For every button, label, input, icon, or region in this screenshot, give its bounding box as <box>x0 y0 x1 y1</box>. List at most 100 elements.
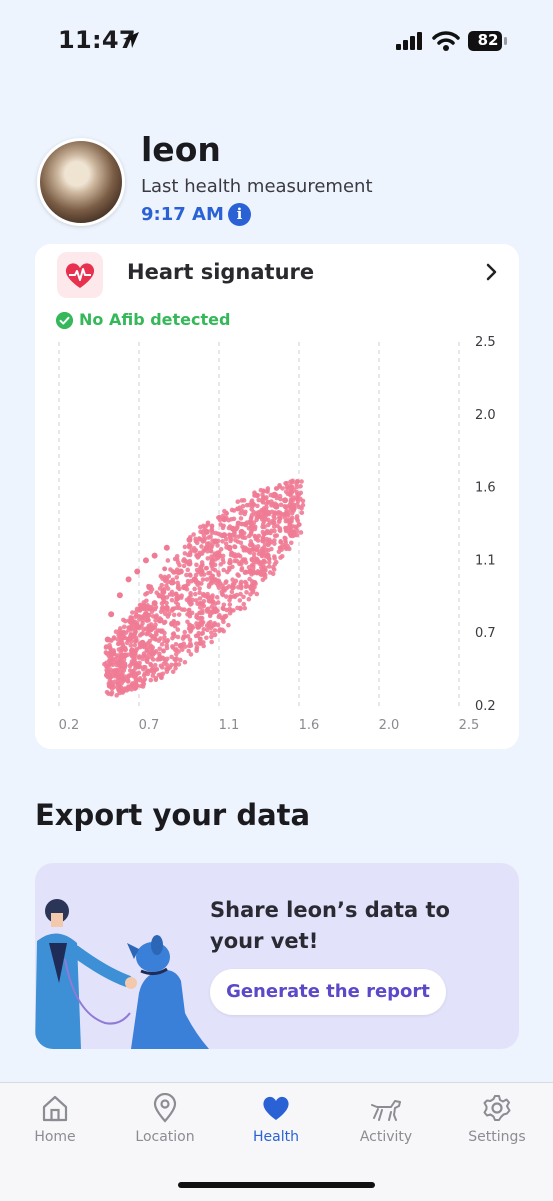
scatter-point <box>116 667 121 673</box>
scatter-point <box>260 577 266 583</box>
scatter-point <box>153 636 158 642</box>
scatter-point <box>236 520 241 526</box>
scatter-point <box>104 670 110 675</box>
y-tick-label: 2.5 <box>475 335 496 350</box>
scatter-point <box>155 628 161 633</box>
scatter-point <box>131 650 136 655</box>
scatter-point <box>116 675 122 681</box>
scatter-point <box>210 538 215 543</box>
scatter-point <box>125 576 132 583</box>
scatter-point <box>201 626 207 632</box>
scatter-point <box>149 586 155 592</box>
scatter-point <box>141 664 147 670</box>
chevron-right-icon[interactable] <box>485 262 499 282</box>
scatter-point <box>204 609 210 614</box>
scatter-point <box>181 563 187 569</box>
scatter-point <box>144 669 150 674</box>
scatter-point <box>272 503 278 509</box>
scatter-point <box>194 562 199 568</box>
scatter-point <box>290 502 295 508</box>
scatter-point <box>148 622 154 627</box>
scatter-point <box>210 623 216 628</box>
scatter-point <box>126 686 132 692</box>
scatter-point <box>167 592 173 597</box>
scatter-point <box>108 681 114 687</box>
scatter-point <box>225 569 230 575</box>
generate-report-button[interactable]: Generate the report <box>210 969 446 1015</box>
scatter-point <box>274 486 280 491</box>
scatter-point <box>235 572 240 577</box>
scatter-point <box>233 537 238 543</box>
scatter-point <box>272 491 278 497</box>
scatter-point <box>205 520 211 526</box>
scatter-point <box>272 561 278 567</box>
scatter-point <box>210 593 215 598</box>
scatter-point <box>184 559 189 565</box>
scatter-point <box>259 553 265 559</box>
scatter-point <box>165 638 171 643</box>
info-icon[interactable]: i <box>228 203 251 226</box>
scatter-point <box>242 605 248 611</box>
scatter-point <box>263 547 269 553</box>
scatter-point <box>275 523 280 529</box>
scatter-point <box>243 560 249 565</box>
scatter-point <box>266 564 272 569</box>
scatter-point <box>278 502 284 508</box>
scatter-point <box>134 671 139 676</box>
y-tick-label: 0.2 <box>475 699 496 714</box>
y-tick-label: 1.1 <box>475 553 496 568</box>
scatter-point <box>198 641 203 646</box>
scatter-point <box>279 547 284 552</box>
scatter-point <box>160 671 166 677</box>
scatter-point <box>160 655 165 661</box>
scatter-point <box>169 654 174 660</box>
scatter-point <box>170 644 175 649</box>
scatter-point <box>218 522 223 527</box>
scatter-point <box>247 502 252 508</box>
scatter-point <box>133 679 138 685</box>
scatter-point <box>194 621 199 626</box>
scatter-point <box>171 620 176 625</box>
scatter-point <box>227 524 233 529</box>
scatter-point <box>213 530 218 536</box>
wifi-icon <box>432 31 460 51</box>
scatter-point <box>246 547 252 552</box>
tab-health[interactable]: Health <box>231 1093 321 1145</box>
tab-location[interactable]: Location <box>120 1093 210 1145</box>
scatter-point <box>130 618 135 624</box>
scatter-point <box>265 486 271 491</box>
scatter-point <box>262 524 267 530</box>
scatter-point <box>162 566 167 572</box>
scatter-point <box>251 551 257 557</box>
scatter-point <box>199 560 205 565</box>
scatter-point <box>220 606 226 611</box>
scatter-point <box>179 593 184 598</box>
tab-activity[interactable]: Activity <box>341 1093 431 1145</box>
scatter-point <box>298 483 303 489</box>
scatter-point <box>133 663 139 669</box>
y-tick-label: 2.0 <box>475 408 496 423</box>
battery-level: 82 <box>477 31 499 49</box>
tab-home[interactable]: Home <box>10 1093 100 1145</box>
scatter-point <box>177 586 182 592</box>
scatter-point <box>260 488 266 493</box>
scatter-point <box>110 656 115 662</box>
scatter-point <box>182 659 188 665</box>
heart-signature-card[interactable]: Heart signature No Afib detected 0.2 0.7 1… <box>35 244 519 749</box>
scatter-point <box>159 642 165 647</box>
scatter-point <box>115 660 121 666</box>
heart-scatter-chart: 0.2 0.7 1.1 1.6 2.0 2.5 2.5 2.0 1.6 1.1 0.7 0.2 <box>58 335 496 733</box>
scatter-point <box>210 573 215 579</box>
scatter-point <box>197 590 202 596</box>
scatter-point <box>226 532 232 538</box>
scatter-point <box>160 590 166 595</box>
pet-avatar[interactable] <box>37 138 125 226</box>
tab-label: Settings <box>468 1129 526 1145</box>
tab-settings[interactable]: Settings <box>452 1093 542 1145</box>
heart-icon <box>263 1096 289 1120</box>
scatter-point <box>195 616 201 621</box>
scatter-point <box>114 653 120 658</box>
scatter-point <box>187 626 193 631</box>
scatter-point <box>170 577 176 583</box>
scatter-point <box>144 618 150 623</box>
